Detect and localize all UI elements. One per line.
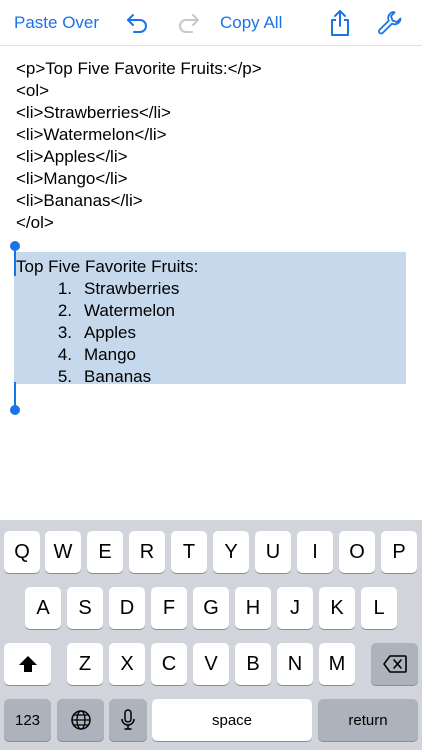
rendered-ordered-list: 1. Strawberries 2. Watermelon 3. Apples 4. M…	[42, 278, 180, 388]
wrench-icon[interactable]	[376, 0, 404, 46]
undo-icon[interactable]	[124, 0, 150, 46]
key-b[interactable]: B	[235, 643, 271, 685]
code-line: </ol>	[16, 213, 54, 232]
code-line: <li>Apples</li>	[16, 147, 128, 166]
key-r[interactable]: R	[129, 531, 165, 573]
key-o[interactable]: O	[339, 531, 375, 573]
key-c[interactable]: C	[151, 643, 187, 685]
html-source: <p>Top Five Favorite Fruits:</p> <ol> <l…	[16, 58, 262, 234]
key-h[interactable]: H	[235, 587, 271, 629]
numbers-key[interactable]: 123	[4, 699, 51, 741]
space-key[interactable]: space	[152, 699, 312, 741]
copy-all-button[interactable]: Copy All	[220, 0, 282, 46]
globe-key[interactable]	[57, 699, 104, 741]
key-j[interactable]: J	[277, 587, 313, 629]
selection-end-handle[interactable]	[10, 405, 20, 415]
key-x[interactable]: X	[109, 643, 145, 685]
globe-icon	[70, 710, 91, 730]
key-w[interactable]: W	[45, 531, 81, 573]
key-v[interactable]: V	[193, 643, 229, 685]
selected-rendered-text[interactable]: Top Five Favorite Fruits: 1. Strawberries…	[14, 252, 406, 386]
microphone-key[interactable]	[109, 699, 147, 741]
key-l[interactable]: L	[361, 587, 397, 629]
delete-key[interactable]	[371, 643, 418, 685]
list-item: 2. Watermelon	[57, 301, 176, 320]
key-s[interactable]: S	[67, 587, 103, 629]
key-m[interactable]: M	[319, 643, 355, 685]
key-u[interactable]: U	[255, 531, 291, 573]
key-k[interactable]: K	[319, 587, 355, 629]
list-item: 4. Mango	[57, 345, 136, 364]
microphone-icon	[121, 709, 135, 730]
key-p[interactable]: P	[381, 531, 417, 573]
shift-icon	[18, 656, 37, 672]
key-n[interactable]: N	[277, 643, 313, 685]
key-g[interactable]: G	[193, 587, 229, 629]
list-item: 3. Apples	[57, 323, 136, 342]
keyboard: Q W E R T Y U I O P A S D F G H J K L Z …	[0, 520, 422, 750]
redo-icon[interactable]	[176, 0, 202, 46]
key-t[interactable]: T	[171, 531, 207, 573]
rendered-title: Top Five Favorite Fruits:	[16, 257, 199, 276]
paste-over-button[interactable]: Paste Over	[14, 0, 99, 46]
code-line: <li>Watermelon</li>	[16, 125, 167, 144]
code-line: <li>Strawberries</li>	[16, 103, 171, 122]
list-item: 1. Strawberries	[57, 279, 180, 298]
toolbar: Paste Over Copy All	[0, 0, 422, 46]
key-z[interactable]: Z	[67, 643, 103, 685]
key-y[interactable]: Y	[213, 531, 249, 573]
return-key[interactable]: return	[318, 699, 418, 741]
key-e[interactable]: E	[87, 531, 123, 573]
code-line: <li>Mango</li>	[16, 169, 128, 188]
code-line: <ol>	[16, 81, 50, 100]
key-a[interactable]: A	[25, 587, 61, 629]
selection-start-caret	[14, 248, 16, 276]
text-editor[interactable]: <p>Top Five Favorite Fruits:</p> <ol> <l…	[0, 46, 422, 520]
key-f[interactable]: F	[151, 587, 187, 629]
key-d[interactable]: D	[109, 587, 145, 629]
shift-key[interactable]	[4, 643, 51, 685]
backspace-icon	[382, 655, 407, 673]
key-q[interactable]: Q	[4, 531, 40, 573]
share-icon[interactable]	[328, 0, 352, 46]
code-line: <li>Bananas</li>	[16, 191, 143, 210]
code-line: <p>Top Five Favorite Fruits:</p>	[16, 59, 262, 78]
list-item: 5. Bananas	[57, 367, 152, 386]
key-i[interactable]: I	[297, 531, 333, 573]
